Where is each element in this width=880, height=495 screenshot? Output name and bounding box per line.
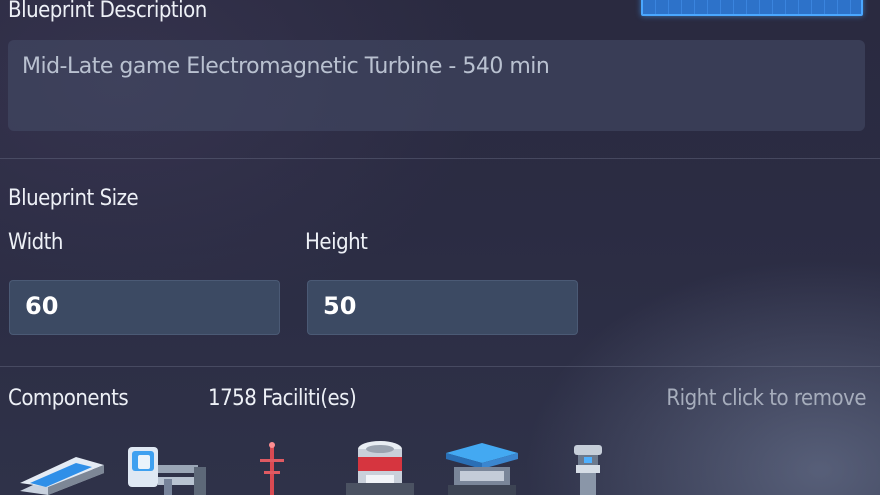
- sorter-icon[interactable]: [124, 439, 212, 495]
- assembler-icon[interactable]: [442, 439, 522, 495]
- blueprint-size-label: Blueprint Size: [8, 186, 139, 211]
- description-label: Blueprint Description: [8, 0, 207, 23]
- height-label: Height: [305, 230, 368, 255]
- width-label: Width: [8, 230, 63, 255]
- height-input[interactable]: 50: [307, 280, 578, 335]
- divider: [0, 366, 880, 367]
- wind-turbine-icon[interactable]: [566, 439, 610, 495]
- save-blueprint-button[interactable]: [641, 0, 863, 16]
- facility-count: 1758 Faciliti(es): [208, 386, 357, 411]
- width-value: 60: [25, 292, 59, 320]
- power-pole-icon[interactable]: [254, 439, 290, 495]
- divider: [0, 158, 880, 159]
- description-text: Mid-Late game Electromagnetic Turbine - …: [22, 54, 550, 79]
- components-label: Components: [8, 386, 129, 411]
- description-textarea[interactable]: Mid-Late game Electromagnetic Turbine - …: [8, 40, 865, 131]
- storage-tank-icon[interactable]: [338, 439, 422, 495]
- height-value: 50: [323, 292, 357, 320]
- remove-hint: Right click to remove: [666, 386, 866, 411]
- width-input[interactable]: 60: [9, 280, 280, 335]
- conveyor-belt-icon[interactable]: [16, 439, 108, 495]
